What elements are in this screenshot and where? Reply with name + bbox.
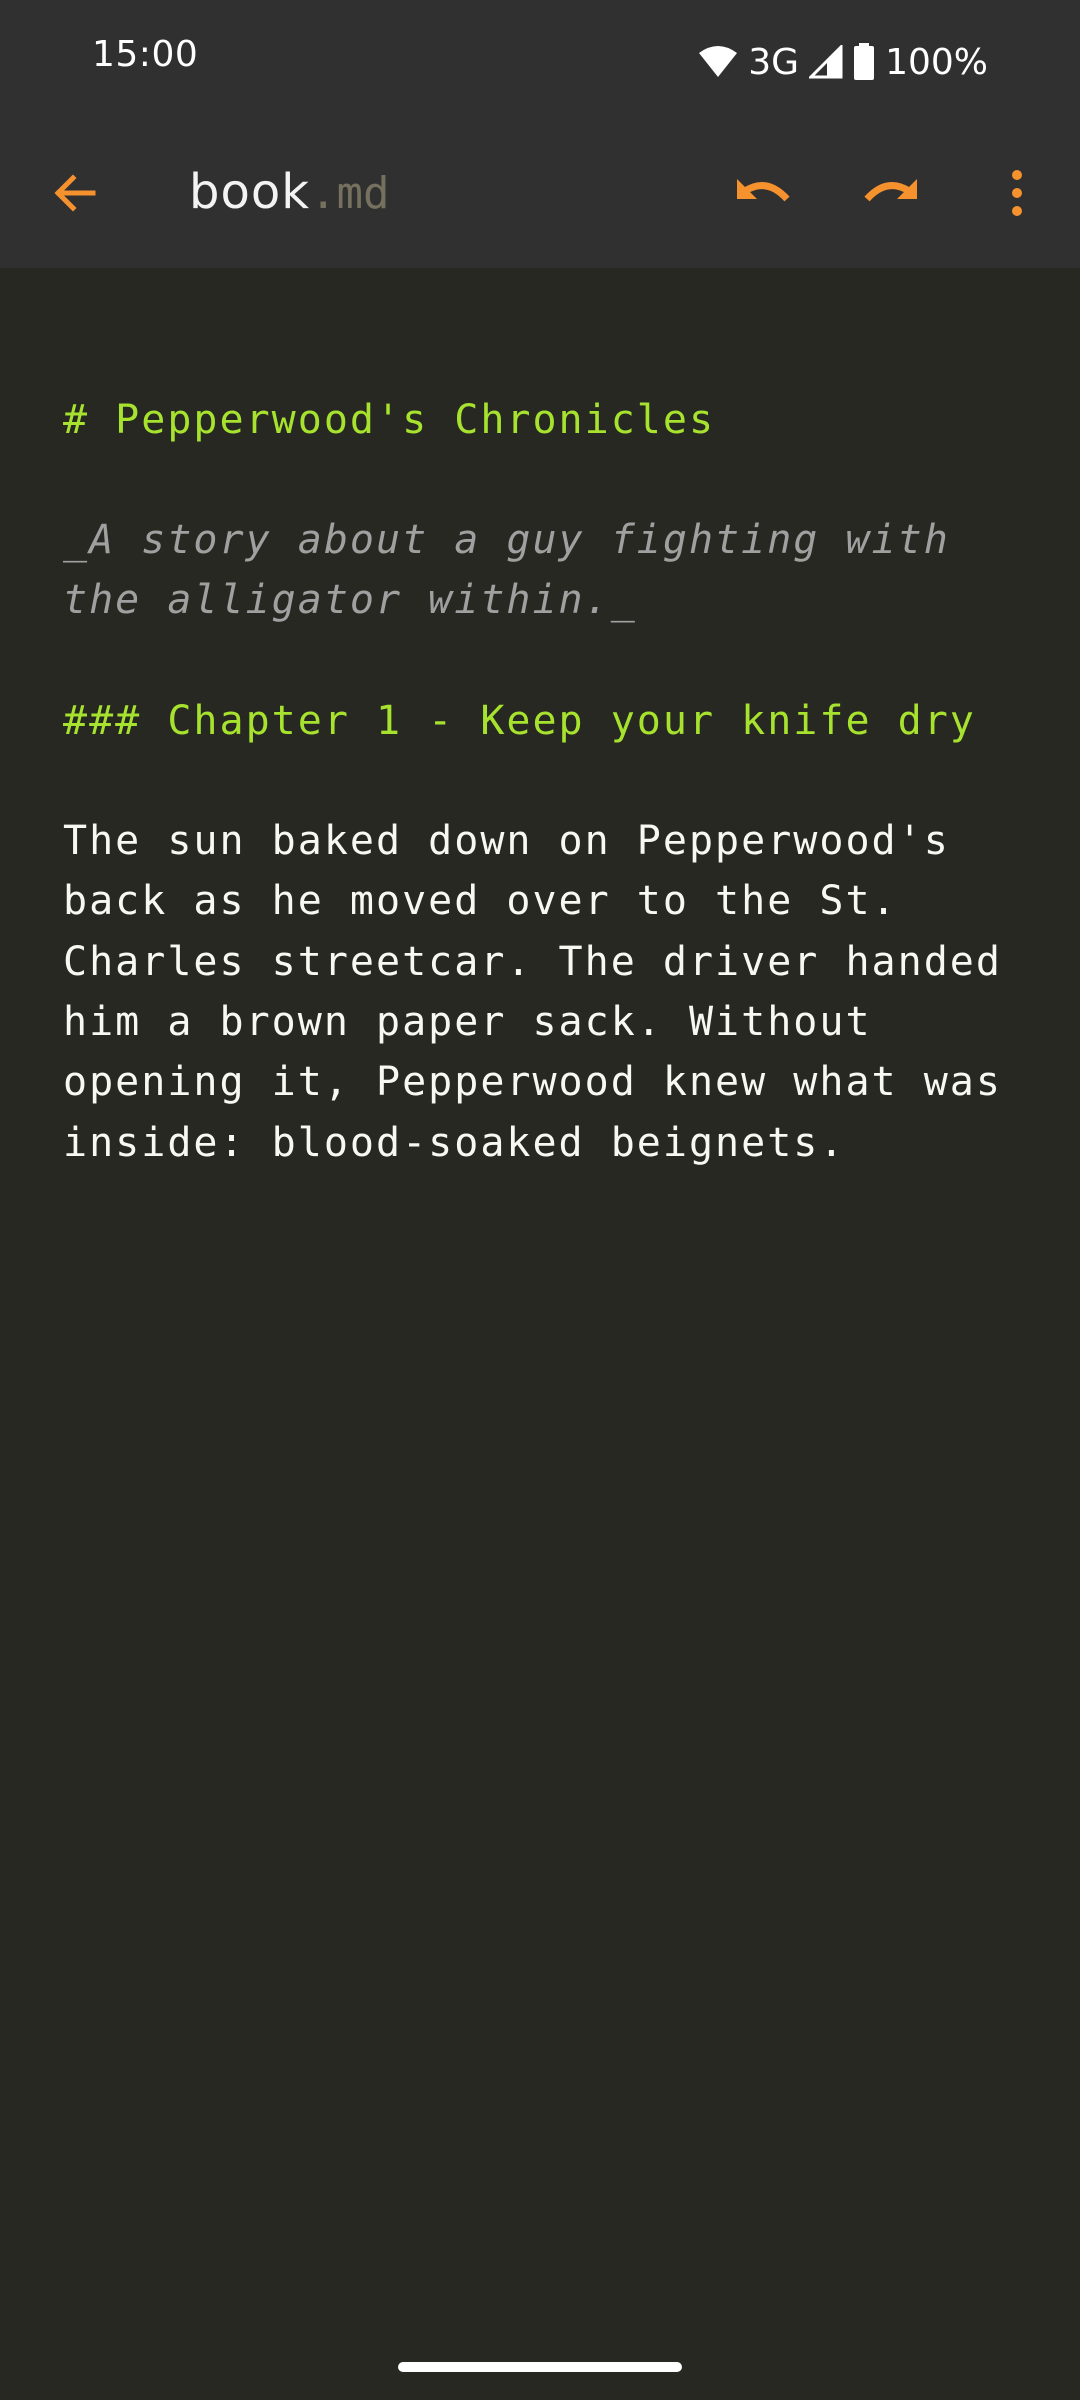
subtitle-line[interactable]: the alligator within._ [63, 570, 1023, 630]
app-bar: book .md [0, 122, 1080, 268]
paragraph-line[interactable]: inside: blood-soaked beignets. [63, 1113, 1023, 1173]
back-button[interactable] [20, 122, 130, 268]
undo-icon [733, 173, 793, 217]
more-options-button[interactable] [962, 122, 1072, 268]
status-icons: 3G 100% [698, 32, 988, 92]
status-bar: 15:00 3G 100% [0, 0, 1080, 122]
paragraph-line[interactable]: him a brown paper sack. Without [63, 992, 1023, 1052]
signal-icon [809, 45, 843, 79]
back-arrow-icon [51, 169, 99, 221]
status-time: 15:00 [92, 34, 199, 75]
network-type: 3G [748, 41, 800, 83]
paragraph-line[interactable]: Charles streetcar. The driver handed [63, 932, 1023, 992]
paragraph-line[interactable]: The sun baked down on Pepperwood's [63, 811, 1023, 871]
chapter-heading-line[interactable]: ### Chapter 1 - Keep your knife dry [63, 691, 1023, 751]
file-name: book [189, 164, 310, 220]
paragraph-line[interactable]: back as he moved over to the St. [63, 871, 1023, 931]
subtitle-line[interactable]: _A story about a guy fighting with [63, 510, 1023, 570]
title-heading-line[interactable]: # Pepperwood's Chronicles [63, 390, 1023, 450]
home-indicator[interactable] [398, 2362, 682, 2372]
file-title: book .md [189, 164, 389, 224]
wifi-icon [698, 45, 738, 79]
battery-level: 100% [885, 41, 988, 83]
markdown-editor[interactable]: # Pepperwood's Chronicles _A story about… [0, 268, 1080, 2400]
paragraph-line[interactable]: opening it, Pepperwood knew what was [63, 1052, 1023, 1112]
redo-button[interactable] [836, 122, 946, 268]
more-vert-icon [1009, 169, 1025, 221]
battery-icon [853, 43, 875, 81]
redo-icon [861, 173, 921, 217]
undo-button[interactable] [708, 122, 818, 268]
file-extension: .md [310, 168, 390, 219]
